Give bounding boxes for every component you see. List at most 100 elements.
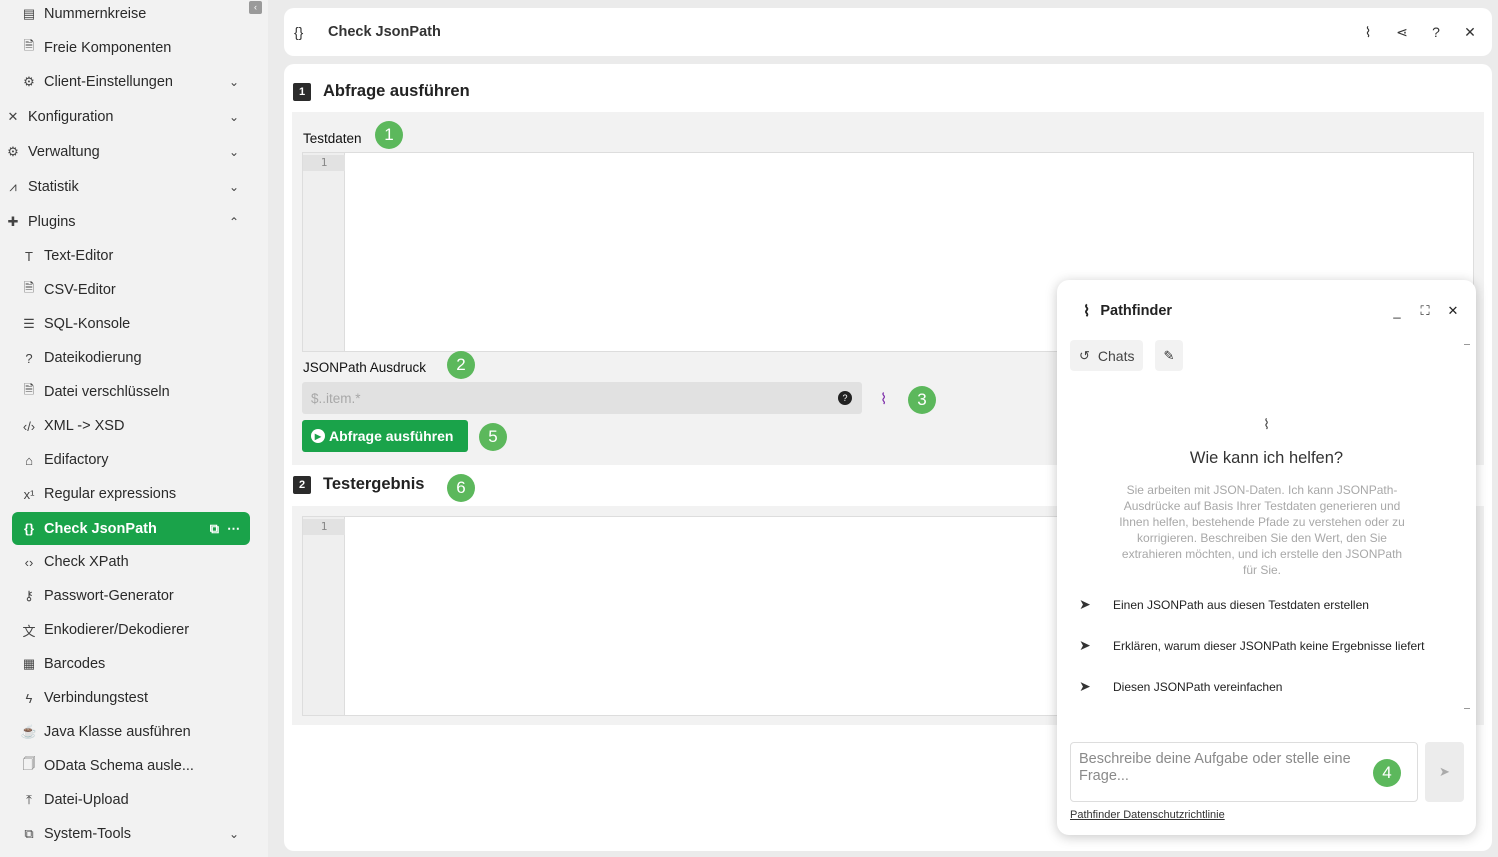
- chat-input-placeholder: Beschreibe deine Aufgabe oder stelle ein…: [1079, 751, 1351, 784]
- sidebar-item-label: Check XPath: [44, 554, 129, 570]
- chevron-down-icon: ⌄: [228, 827, 240, 841]
- sidebar-item-label: Edifactory: [44, 452, 109, 468]
- external-link-icon[interactable]: ⧉: [210, 521, 219, 537]
- sidebar-item-label: Statistik: [28, 179, 79, 195]
- tools-icon: ✕: [7, 109, 19, 124]
- line-number: 1: [303, 155, 345, 171]
- suggestion-label: Einen JSONPath aus diesen Testdaten erst…: [1113, 597, 1369, 612]
- sidebar-item-label: SQL-Konsole: [44, 316, 131, 332]
- json-path-icon: {}: [23, 521, 35, 536]
- testdata-label: Testdaten: [303, 131, 362, 146]
- sparkle-icon[interactable]: ⌇: [880, 390, 887, 408]
- sidebar-item-label: Dateikodierung: [44, 350, 142, 366]
- sidebar-item-label: XML -> XSD: [44, 418, 125, 434]
- sidebar-item-label: Java Klasse ausführen: [44, 724, 191, 740]
- chat-input[interactable]: Beschreibe deine Aufgabe oder stelle ein…: [1070, 742, 1418, 802]
- close-icon[interactable]: ✕: [1446, 303, 1460, 319]
- sidebar-item-konfiguration[interactable]: ✕ Konfiguration ⌄: [0, 102, 250, 132]
- sidebar-item-datei-verschluesseln[interactable]: 🗎 Datei verschlüsseln: [12, 377, 250, 407]
- send-arrow-icon: ➤: [1079, 678, 1091, 694]
- sidebar-item-check-xpath[interactable]: ‹› Check XPath: [12, 547, 250, 577]
- page-title: Check JsonPath: [328, 24, 441, 40]
- sidebar-item-barcodes[interactable]: ▦ Barcodes: [12, 649, 250, 679]
- sidebar-item-passwort-generator[interactable]: ⚷ Passwort-Generator: [12, 581, 250, 611]
- sparkle-icon: ⌇: [1083, 303, 1091, 320]
- chevron-down-icon: ⌄: [228, 75, 240, 89]
- chats-button[interactable]: ↺ Chats: [1070, 340, 1144, 371]
- sidebar-item-csv-editor[interactable]: 🗎 CSV-Editor: [12, 275, 250, 305]
- sidebar-item-label: Client-Einstellungen: [44, 74, 173, 90]
- window-header: {} Check JsonPath ⌇ ⋖ ? ✕: [284, 8, 1492, 56]
- gear-icon: ⚙: [23, 74, 35, 89]
- marker-badge: 4: [1373, 759, 1401, 787]
- sidebar-item-verwaltung[interactable]: ⚙ Verwaltung ⌄: [0, 137, 250, 167]
- edit-icon[interactable]: ✎: [1155, 340, 1183, 371]
- csv-icon: 🗎: [23, 280, 35, 295]
- sidebar-item-nummernkreise[interactable]: ▤ Nummernkreise: [12, 0, 250, 29]
- help-bubble-icon[interactable]: ?: [838, 391, 852, 405]
- superscript-icon: x¹: [23, 486, 35, 502]
- list-icon: ▤: [22, 6, 36, 21]
- line-gutter: 1: [303, 153, 345, 351]
- run-query-label: Abfrage ausführen: [329, 428, 454, 444]
- chevron-up-icon: ⌃: [228, 215, 240, 229]
- sidebar-item-label: Enkodierer/Dekodierer: [44, 622, 190, 638]
- graduation-icon: ⌂: [25, 452, 33, 468]
- sidebar-item-plugins[interactable]: ✚ Plugins ⌃: [0, 207, 250, 237]
- sidebar-item-regular-expressions[interactable]: x¹ Regular expressions: [12, 479, 250, 509]
- sidebar-item-sql-konsole[interactable]: ☰ SQL-Konsole: [12, 309, 250, 339]
- section-header-abfrage: 1 Abfrage ausführen: [293, 82, 470, 101]
- chevron-down-icon: ⌄: [228, 145, 240, 159]
- sidebar-item-label: System-Tools: [44, 826, 132, 842]
- sidebar-item-odata-schema[interactable]: 🗍 OData Schema ausle...: [12, 751, 250, 781]
- scrollbar-marker: [1464, 344, 1470, 345]
- chevron-left-icon[interactable]: ‹: [249, 1, 262, 14]
- sparkle-icon: ⌇: [1263, 416, 1270, 432]
- bolt-icon: ϟ: [25, 690, 33, 706]
- sidebar-item-freie-komponenten[interactable]: 🗎 Freie Komponenten: [12, 33, 250, 63]
- send-arrow-icon: ➤: [1079, 596, 1091, 612]
- sidebar-item-label: Freie Komponenten: [44, 40, 172, 56]
- share-icon[interactable]: ⋖: [1392, 22, 1412, 42]
- suggestion-item[interactable]: ➤ Diesen JSONPath vereinfachen: [1079, 678, 1282, 695]
- privacy-policy-link[interactable]: Pathfinder Datenschutzrichtlinie: [1070, 809, 1225, 821]
- suggestion-label: Erklären, warum dieser JSONPath keine Er…: [1113, 638, 1425, 653]
- expand-icon[interactable]: ⛶: [1418, 303, 1432, 319]
- java-icon: ☕: [20, 724, 38, 739]
- sidebar-item-edifactory[interactable]: ⌂ Edifactory: [12, 445, 250, 475]
- run-query-button[interactable]: ▶ Abfrage ausführen: [302, 420, 468, 452]
- section-header-testergebnis: 2 Testergebnis: [293, 475, 424, 494]
- minimize-icon[interactable]: _: [1390, 303, 1404, 319]
- section-number: 1: [293, 82, 311, 101]
- sidebar-item-label: Passwort-Generator: [44, 588, 174, 604]
- sidebar-item-dateikodierung[interactable]: ? Dateikodierung: [12, 343, 250, 373]
- sidebar-item-label: Verwaltung: [28, 144, 100, 160]
- question-icon: ?: [25, 350, 33, 366]
- sidebar-item-check-jsonpath[interactable]: {} Check JsonPath ⧉ ⋯: [12, 512, 250, 545]
- send-button[interactable]: ➤: [1425, 742, 1464, 802]
- sidebar-item-label: Check JsonPath: [44, 520, 157, 537]
- sidebar-item-label: OData Schema ausle...: [44, 758, 194, 774]
- toolbox-icon: ⧉: [24, 826, 34, 841]
- more-icon[interactable]: ⋯: [227, 521, 240, 537]
- sidebar-item-java-klasse[interactable]: ☕ Java Klasse ausführen: [12, 717, 250, 747]
- jsonpath-input[interactable]: $..item.* ?: [302, 382, 862, 414]
- suggestion-item[interactable]: ➤ Erklären, warum dieser JSONPath keine …: [1079, 637, 1424, 654]
- sidebar-item-label: Datei verschlüsseln: [44, 384, 170, 400]
- sidebar-item-verbindungstest[interactable]: ϟ Verbindungstest: [12, 683, 250, 713]
- sidebar-item-system-tools[interactable]: ⧉ System-Tools ⌄: [12, 819, 250, 849]
- marker-badge: 3: [908, 386, 936, 414]
- sidebar-item-client-einstellungen[interactable]: ⚙ Client-Einstellungen ⌄: [12, 67, 250, 97]
- close-icon[interactable]: ✕: [1460, 22, 1480, 42]
- sidebar-item-enkodierer[interactable]: 文 Enkodierer/Dekodierer: [12, 615, 250, 645]
- jsonpath-placeholder: $..item.*: [311, 390, 361, 406]
- section-title: Testergebnis: [323, 475, 425, 493]
- section-title: Abfrage ausführen: [323, 82, 470, 100]
- help-icon[interactable]: ?: [1426, 22, 1446, 42]
- sidebar-item-xml-xsd[interactable]: ‹/› XML -> XSD: [12, 411, 250, 441]
- sidebar-item-statistik[interactable]: ⩘ Statistik ⌄: [0, 172, 250, 202]
- sidebar-item-text-editor[interactable]: T Text-Editor: [12, 241, 250, 271]
- sparkle-icon[interactable]: ⌇: [1358, 22, 1378, 42]
- sidebar-item-datei-upload[interactable]: ⤒ Datei-Upload: [12, 785, 250, 815]
- suggestion-item[interactable]: ➤ Einen JSONPath aus diesen Testdaten er…: [1079, 596, 1369, 613]
